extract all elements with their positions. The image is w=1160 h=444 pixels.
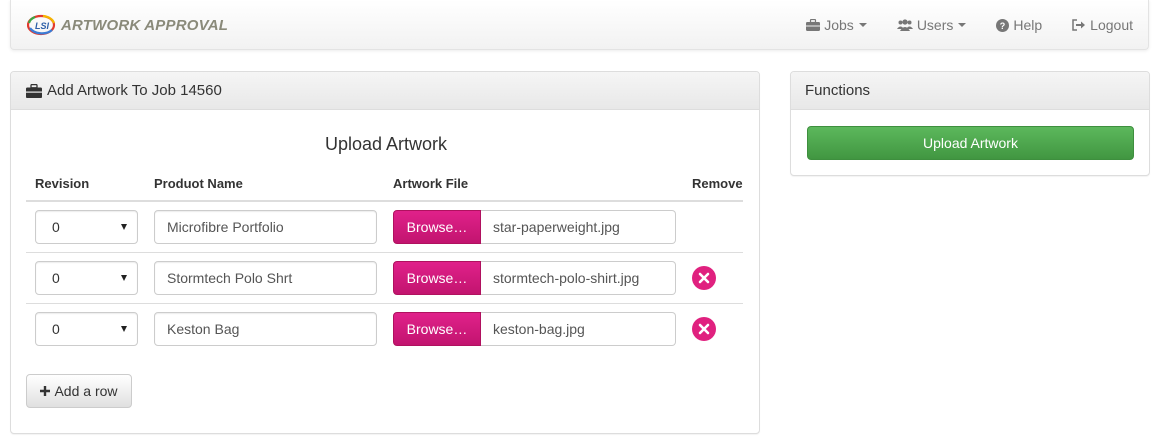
add-artwork-panel: Add Artwork To Job 14560 Upload Artwork … — [10, 71, 760, 434]
close-icon — [698, 323, 710, 335]
revision-value: 0 — [52, 270, 60, 286]
chevron-down-icon — [858, 23, 867, 27]
product-name-input[interactable]: Keston Bag — [154, 312, 377, 346]
product-name-input[interactable]: Stormtech Polo Shrt — [154, 261, 377, 295]
briefcase-icon — [806, 19, 821, 31]
add-row-label: Add a row — [54, 383, 118, 399]
add-artwork-heading: Add Artwork To Job 14560 — [11, 72, 759, 110]
logout-icon — [1072, 19, 1086, 31]
revision-select[interactable]: 0 — [35, 312, 138, 346]
file-name-value: keston-bag.jpg — [493, 321, 585, 337]
page-title: Add Artwork To Job 14560 — [47, 82, 222, 99]
nav-help-label: Help — [1013, 17, 1043, 33]
nav-logout[interactable]: Logout — [1057, 0, 1148, 50]
artwork-file-input: Browse… keston-bag.jpg — [393, 312, 676, 346]
dropdown-arrow-icon — [121, 224, 127, 230]
svg-text:?: ? — [1000, 21, 1006, 31]
file-name-value: star-paperweight.jpg — [493, 219, 620, 235]
table-row: 0 Stormtech Polo Shrt Browse… stormtech-… — [26, 253, 743, 304]
artwork-file-input: Browse… star-paperweight.jpg — [393, 210, 676, 244]
revision-select[interactable]: 0 — [35, 261, 138, 295]
table-row: 0 Microfibre Portfolio Browse… star-pape… — [26, 202, 743, 253]
close-icon — [698, 272, 710, 284]
file-name-field[interactable]: stormtech-polo-shirt.jpg — [481, 261, 676, 295]
nav-users[interactable]: Users — [882, 0, 982, 50]
product-name-value: Microfibre Portfolio — [167, 219, 284, 235]
column-header-product-name: Produot Name — [154, 176, 243, 191]
file-name-value: stormtech-polo-shirt.jpg — [493, 270, 640, 286]
remove-row-button[interactable] — [692, 266, 716, 290]
briefcase-icon — [26, 83, 42, 98]
brand-name: ARTWORK APPROVAL — [61, 16, 229, 34]
plus-icon — [40, 386, 51, 396]
upload-title: Upload Artwork — [324, 134, 448, 154]
users-icon — [896, 19, 913, 31]
file-name-field[interactable]: keston-bag.jpg — [481, 312, 676, 346]
artwork-table: Revision Produot Name Artwork File Remov… — [26, 168, 743, 355]
column-header-revision: Revision — [35, 176, 90, 191]
column-header-remove: Remove — [692, 176, 743, 191]
brand[interactable]: LSI ARTWORK APPROVAL — [27, 14, 228, 36]
revision-select[interactable]: 0 — [35, 210, 138, 244]
browse-button[interactable]: Browse… — [393, 261, 481, 295]
upload-artwork-button[interactable]: Upload Artwork — [807, 126, 1134, 160]
chevron-down-icon — [958, 23, 967, 27]
artwork-file-input: Browse… stormtech-polo-shirt.jpg — [393, 261, 676, 295]
functions-heading: Functions — [791, 72, 1149, 110]
svg-text:LSI: LSI — [35, 21, 50, 31]
file-name-field[interactable]: star-paperweight.jpg — [481, 210, 676, 244]
table-header: Revision Produot Name Artwork File Remov… — [26, 168, 743, 202]
browse-button[interactable]: Browse… — [393, 312, 481, 346]
remove-row-button[interactable] — [692, 317, 716, 341]
nav-jobs[interactable]: Jobs — [791, 0, 882, 50]
dropdown-arrow-icon — [121, 275, 127, 281]
revision-value: 0 — [52, 219, 60, 235]
add-row-button[interactable]: Add a row — [26, 374, 132, 408]
browse-button[interactable]: Browse… — [393, 210, 481, 244]
nav-jobs-label: Jobs — [824, 17, 854, 33]
lsi-logo-icon: LSI — [27, 14, 56, 36]
product-name-value: Stormtech Polo Shrt — [167, 270, 293, 286]
nav-help[interactable]: ? Help — [981, 0, 1057, 50]
table-row: 0 Keston Bag Browse… keston-bag.jpg — [26, 304, 743, 355]
nav-users-label: Users — [916, 17, 954, 33]
dropdown-arrow-icon — [121, 326, 127, 332]
navbar: LSI ARTWORK APPROVAL Jobs Users ? Help L… — [10, 0, 1149, 50]
nav-logout-label: Logout — [1090, 17, 1133, 33]
functions-panel: Functions Upload Artwork — [790, 71, 1150, 176]
product-name-input[interactable]: Microfibre Portfolio — [154, 210, 377, 244]
question-circle-icon: ? — [996, 18, 1010, 32]
revision-value: 0 — [52, 321, 60, 337]
nav-menu: Jobs Users ? Help Logout — [791, 0, 1148, 50]
column-header-artwork-file: Artwork File — [393, 176, 469, 191]
product-name-value: Keston Bag — [167, 321, 240, 337]
